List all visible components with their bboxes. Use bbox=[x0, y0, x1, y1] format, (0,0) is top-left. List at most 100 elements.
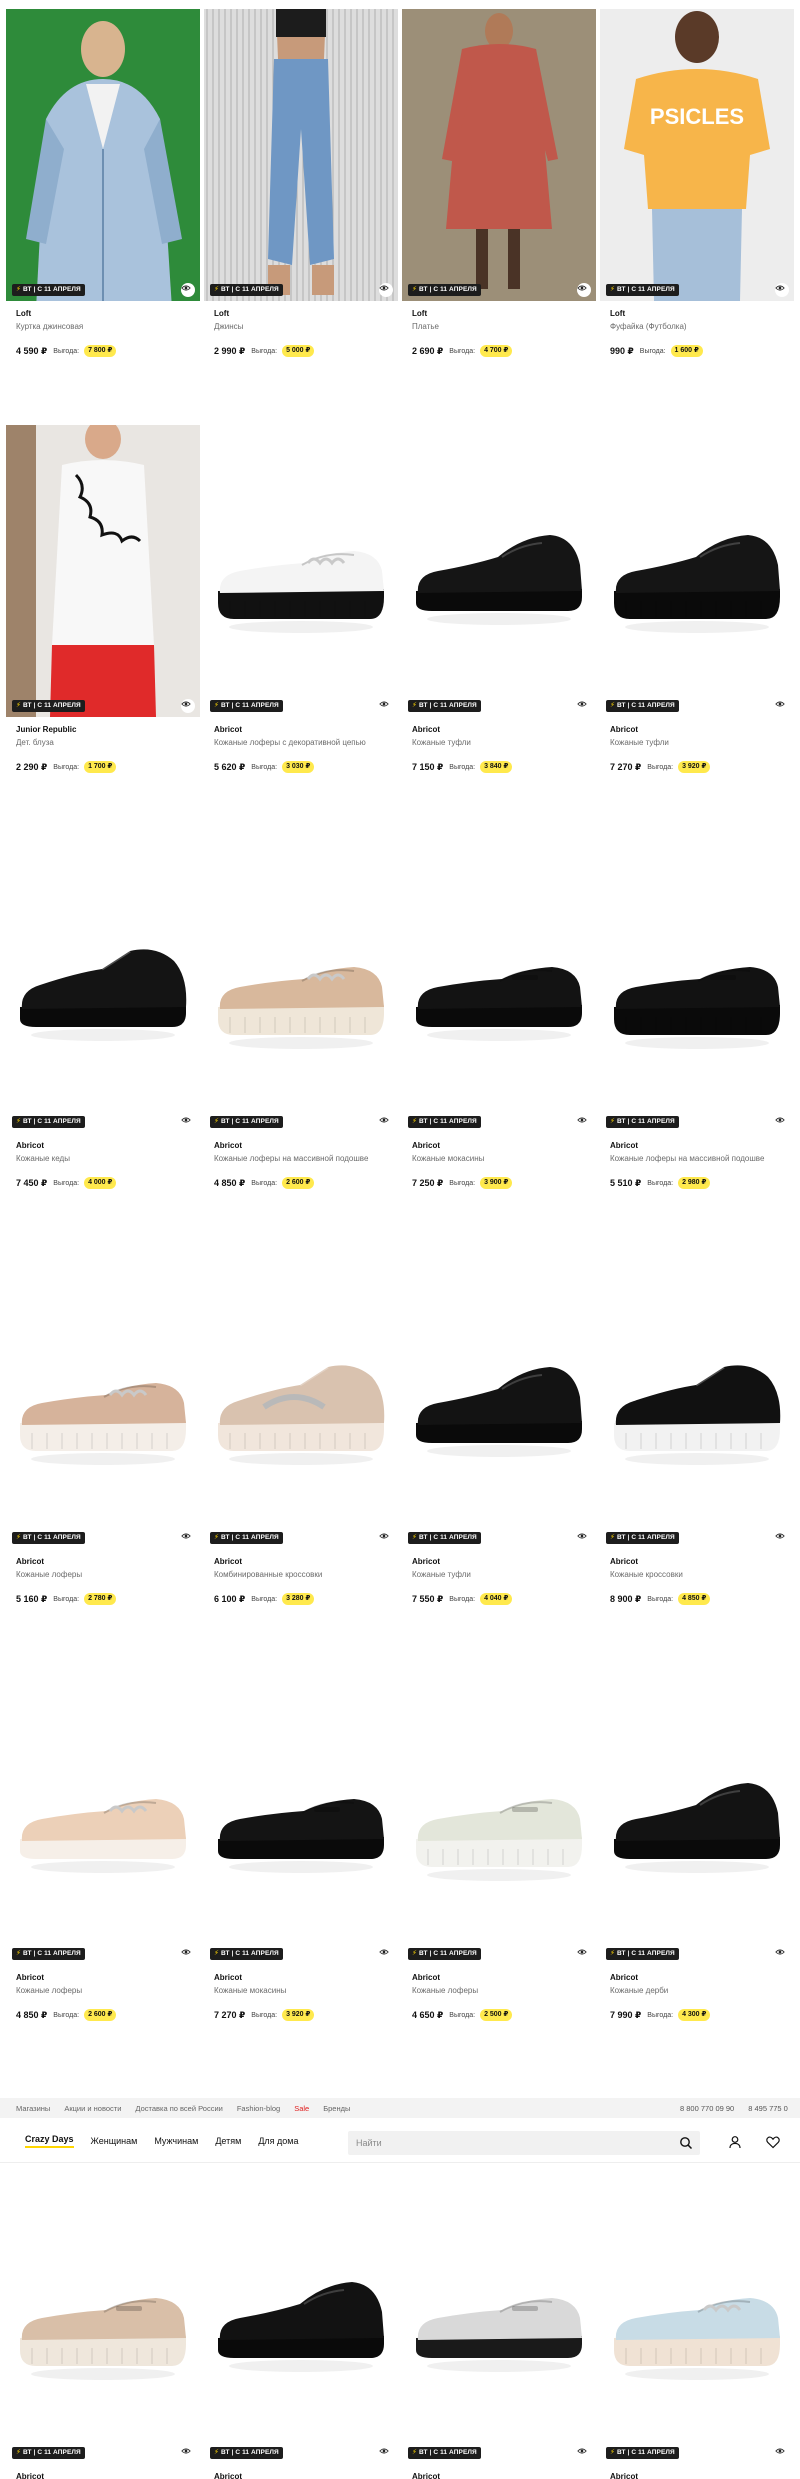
product-brand[interactable]: Abricot bbox=[412, 1141, 594, 1151]
product-card[interactable]: ⚡ ВТ | С 11 АПРЕЛЯ Abricot Комбинированные … bbox=[204, 1257, 398, 1605]
product-name[interactable]: Кожаные мокасины bbox=[412, 1153, 594, 1165]
product-card[interactable]: ⚡ ВТ | С 11 АПРЕЛЯ Abricot Кожаные мокасины… bbox=[402, 841, 596, 1189]
topbar-link-brands[interactable]: Бренды bbox=[323, 2104, 350, 2113]
quick-view-eye-icon[interactable] bbox=[775, 2446, 789, 2460]
quick-view-eye-icon[interactable] bbox=[181, 1531, 195, 1545]
product-name[interactable]: Кожаные лоферы bbox=[16, 1569, 198, 1581]
topbar-link-stores[interactable]: Магазины bbox=[16, 2104, 50, 2113]
product-image[interactable]: ⚡ ВТ | С 11 АПРЕЛЯ bbox=[204, 1673, 398, 1965]
product-image[interactable]: ⚡ ВТ | С 11 АПРЕЛЯ bbox=[402, 425, 596, 717]
product-brand[interactable]: Abricot bbox=[412, 1973, 594, 1983]
phone-number-2[interactable]: 8 495 775 0 bbox=[748, 2104, 788, 2113]
product-card[interactable]: ⚡ВТ | С 11 АПРЕЛЯAbricotКожаные лоферы5 … bbox=[6, 1257, 200, 1605]
quick-view-eye-icon[interactable] bbox=[577, 283, 591, 297]
product-name[interactable]: Кожаные мокасины bbox=[214, 1985, 396, 1997]
product-name[interactable]: Кожаные кеды bbox=[16, 1153, 198, 1165]
product-card[interactable]: ⚡ВТ | С 11 АПРЕЛЯ Abricot Кожаные лоферы н… bbox=[204, 841, 398, 1189]
quick-view-eye-icon[interactable] bbox=[379, 1531, 393, 1545]
product-name[interactable]: Кожаные кроссовки bbox=[610, 1569, 792, 1581]
product-brand[interactable]: Loft bbox=[412, 309, 594, 319]
nav-kids[interactable]: Детям bbox=[215, 2136, 241, 2146]
quick-view-eye-icon[interactable] bbox=[181, 2446, 195, 2460]
product-card[interactable]: ⚡ВТ | С 11 АПРЕЛЯAbricotКожаные лоферы н… bbox=[6, 2172, 200, 2479]
product-card[interactable]: ⚡ ВТ | С 11 АПРЕЛЯ Abricot Кожаные дерби 7 9… bbox=[600, 1673, 794, 2021]
product-card[interactable]: ⚡ ВТ | С 11 АПРЕЛЯ Abricot Кожаные туфли 7 5… bbox=[402, 1257, 596, 1605]
product-card[interactable]: ⚡ВТ | С 11 АПРЕЛЯAbricotКожаные туфли7 2… bbox=[600, 425, 794, 773]
quick-view-eye-icon[interactable] bbox=[379, 699, 393, 713]
product-brand[interactable]: Abricot bbox=[16, 2472, 198, 2479]
product-brand[interactable]: Loft bbox=[16, 309, 198, 319]
product-card[interactable]: ⚡ ВТ | С 11 АПРЕЛЯ Abricot Кожаные лоферы 4 … bbox=[6, 1673, 200, 2021]
product-card[interactable]: ⚡ ВТ | С 11 АПРЕЛЯ Junior Republic Дет. блу… bbox=[6, 425, 200, 773]
product-image[interactable]: ⚡ ВТ | С 11 АПРЕЛЯ bbox=[204, 425, 398, 717]
product-brand[interactable]: Abricot bbox=[610, 1557, 792, 1567]
product-image[interactable]: ⚡ ВТ | С 11 АПРЕЛЯ bbox=[204, 2172, 398, 2464]
nav-women[interactable]: Женщинам bbox=[91, 2136, 138, 2146]
product-card[interactable]: ⚡ВТ | С 11 АПРЕЛЯAbricotКожаные лоферы н… bbox=[600, 841, 794, 1189]
product-name[interactable]: Кожаные туфли bbox=[412, 737, 594, 749]
quick-view-eye-icon[interactable] bbox=[181, 699, 195, 713]
product-name[interactable]: Кожаные лоферы bbox=[16, 1985, 198, 1997]
product-image[interactable]: ⚡ ВТ | С 11 АПРЕЛЯ bbox=[204, 841, 398, 1133]
quick-view-eye-icon[interactable] bbox=[379, 283, 393, 297]
product-image[interactable]: ⚡ ВТ | С 11 АПРЕЛЯ bbox=[402, 1257, 596, 1549]
product-image[interactable]: ⚡ ВТ | С 11 АПРЕЛЯ bbox=[6, 425, 200, 717]
product-image[interactable]: ⚡ ВТ | С 11 АПРЕЛЯ bbox=[6, 1673, 200, 1965]
quick-view-eye-icon[interactable] bbox=[379, 2446, 393, 2460]
quick-view-eye-icon[interactable] bbox=[577, 699, 591, 713]
product-brand[interactable]: Abricot bbox=[214, 2472, 396, 2479]
product-image[interactable]: ⚡ ВТ | С 11 АПРЕЛЯ bbox=[600, 2172, 794, 2464]
product-card[interactable]: ⚡ ВТ | С 11 АПРЕЛЯ Abricot Кожаные кроссовк… bbox=[600, 1257, 794, 1605]
product-name[interactable]: Кожаные дерби bbox=[610, 1985, 792, 1997]
product-brand[interactable]: Junior Republic bbox=[16, 725, 198, 735]
product-brand[interactable]: Abricot bbox=[610, 1973, 792, 1983]
quick-view-eye-icon[interactable] bbox=[181, 1115, 195, 1129]
product-name[interactable]: Комбинированные кроссовки bbox=[214, 1569, 396, 1581]
quick-view-eye-icon[interactable] bbox=[577, 1947, 591, 1961]
topbar-link-promos[interactable]: Акции и новости bbox=[64, 2104, 121, 2113]
product-name[interactable]: Кожаные лоферы bbox=[412, 1985, 594, 1997]
product-brand[interactable]: Abricot bbox=[610, 2472, 792, 2479]
product-brand[interactable]: Abricot bbox=[412, 2472, 594, 2479]
quick-view-eye-icon[interactable] bbox=[775, 1115, 789, 1129]
product-brand[interactable]: Abricot bbox=[16, 1141, 198, 1151]
product-image[interactable]: ⚡ ВТ | С 11 АПРЕЛЯ bbox=[402, 1673, 596, 1965]
phone-number[interactable]: 8 800 770 09 90 bbox=[680, 2104, 734, 2113]
product-brand[interactable]: Abricot bbox=[16, 1973, 198, 1983]
search-icon[interactable] bbox=[678, 2135, 694, 2151]
nav-men[interactable]: Мужчинам bbox=[154, 2136, 198, 2146]
product-card[interactable]: ⚡ ВТ | С 11 АПРЕЛЯ Loft Куртка джинсовая 4 5… bbox=[6, 9, 200, 357]
product-card[interactable]: ⚡ ВТ | С 11 АПРЕЛЯ Abricot Кожаные лоферы с… bbox=[204, 425, 398, 773]
product-brand[interactable]: Abricot bbox=[610, 725, 792, 735]
product-image[interactable]: ⚡ ВТ | С 11 АПРЕЛЯ bbox=[600, 841, 794, 1133]
product-card[interactable]: ⚡ВТ | С 11 АПРЕЛЯAbricotКожаные лоферы н… bbox=[600, 2172, 794, 2479]
quick-view-eye-icon[interactable] bbox=[181, 1947, 195, 1961]
product-card[interactable]: ⚡ВТ | С 11 АПРЕЛЯAbricotКожаные лоферы5 … bbox=[402, 2172, 596, 2479]
product-brand[interactable]: Abricot bbox=[214, 1557, 396, 1567]
product-image[interactable]: ⚡ ВТ | С 11 АПРЕЛЯ bbox=[402, 9, 596, 301]
product-card[interactable]: ⚡ ВТ | С 11 АПРЕЛЯ Abricot Кожаные туфли 7 1… bbox=[402, 425, 596, 773]
product-name[interactable]: Дет. блуза bbox=[16, 737, 198, 749]
quick-view-eye-icon[interactable] bbox=[577, 2446, 591, 2460]
topbar-link-delivery[interactable]: Доставка по всей России bbox=[135, 2104, 222, 2113]
product-card[interactable]: ⚡ ВТ | С 11 АПРЕЛЯ Abricot Кожаные лоферы 4 … bbox=[402, 1673, 596, 2021]
product-card[interactable]: ⚡ ВТ | С 11 АПРЕЛЯ Abricot Кожаные мокасины… bbox=[204, 1673, 398, 2021]
product-image[interactable]: ⚡ ВТ | С 11 АПРЕЛЯ bbox=[204, 1257, 398, 1549]
product-card[interactable]: ⚡ВТ | С 11 АПРЕЛЯAbricotКожаные туфли7 2… bbox=[204, 2172, 398, 2479]
product-image[interactable]: ⚡ ВТ | С 11 АПРЕЛЯ bbox=[6, 2172, 200, 2464]
product-name[interactable]: Куртка джинсовая bbox=[16, 321, 198, 333]
product-image[interactable]: ⚡ ВТ | С 11 АПРЕЛЯ bbox=[402, 2172, 596, 2464]
product-brand[interactable]: Abricot bbox=[214, 725, 396, 735]
product-image[interactable]: ⚡ ВТ | С 11 АПРЕЛЯ bbox=[600, 425, 794, 717]
product-card[interactable]: ⚡ ВТ | С 11 АПРЕЛЯ Abricot Кожаные кеды 7 45… bbox=[6, 841, 200, 1189]
quick-view-eye-icon[interactable] bbox=[577, 1115, 591, 1129]
product-brand[interactable]: Abricot bbox=[16, 1557, 198, 1567]
heart-icon[interactable] bbox=[765, 2134, 781, 2150]
quick-view-eye-icon[interactable] bbox=[577, 1531, 591, 1545]
product-name[interactable]: Платье bbox=[412, 321, 594, 333]
product-name[interactable]: Кожаные лоферы на массивной подошве bbox=[214, 1153, 396, 1165]
product-image[interactable]: ⚡ ВТ | С 11 АПРЕЛЯ bbox=[6, 1257, 200, 1549]
product-brand[interactable]: Abricot bbox=[214, 1141, 396, 1151]
quick-view-eye-icon[interactable] bbox=[181, 283, 195, 297]
quick-view-eye-icon[interactable] bbox=[775, 283, 789, 297]
